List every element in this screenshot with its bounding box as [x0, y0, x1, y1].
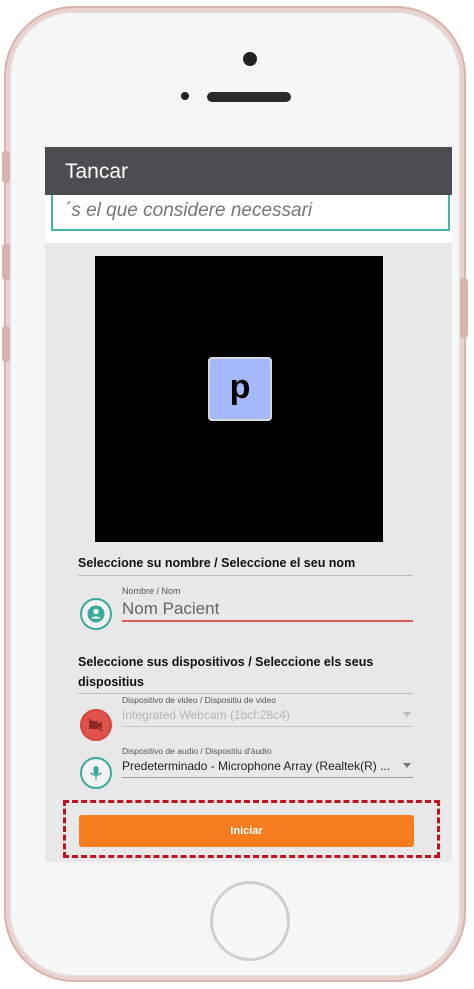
earpiece-speaker [207, 92, 291, 102]
microphone-icon[interactable] [80, 757, 112, 789]
home-button[interactable] [210, 881, 290, 961]
video-device-select[interactable]: Dispositivo de video / Dispositiu de vid… [122, 695, 413, 727]
chevron-down-icon [403, 763, 411, 768]
avatar-letter: p [229, 368, 251, 406]
audio-device-label: Dispositivo de audio / Dispositiu d'àudi… [122, 746, 272, 756]
chevron-down-icon [403, 712, 411, 717]
video-device-value-text: Integrated Webcam (1bcf:28c4) [122, 708, 290, 722]
divider [78, 575, 413, 576]
join-panel: p Seleccione su nombre / Seleccione el s… [45, 243, 452, 862]
audio-device-value[interactable]: Predeterminado - Microphone Array (Realt… [122, 759, 413, 773]
close-link[interactable]: Tancar [65, 160, 128, 184]
proximity-sensor [181, 92, 189, 100]
phone-screen: Tancar ´s el que considere necessari p S… [45, 147, 452, 862]
power-button [460, 278, 468, 338]
mute-switch [2, 151, 10, 183]
name-field-value[interactable]: Nom Pacient [122, 599, 413, 619]
name-section-title: Seleccione su nombre / Seleccione el seu… [78, 556, 356, 570]
front-camera [243, 52, 257, 66]
top-bar: Tancar [45, 147, 452, 195]
divider [78, 693, 413, 694]
audio-device-value-text: Predeterminado - Microphone Array (Realt… [122, 759, 391, 773]
video-preview: p [95, 256, 383, 542]
video-device-value[interactable]: Integrated Webcam (1bcf:28c4) [122, 708, 413, 722]
name-field-underline [122, 620, 413, 622]
video-off-icon[interactable] [80, 709, 112, 741]
audio-device-select[interactable]: Dispositivo de audio / Dispositiu d'àudi… [122, 746, 413, 778]
avatar: p [208, 357, 272, 421]
comment-field-text: ´s el que considere necessari [65, 200, 313, 221]
volume-up-button [2, 244, 10, 280]
video-device-label: Dispositivo de video / Dispositiu de vid… [122, 695, 277, 705]
audio-device-underline [122, 777, 413, 778]
name-field[interactable]: Nombre / Nom Nom Pacient [122, 586, 413, 622]
video-device-underline [122, 726, 413, 727]
comment-field[interactable]: ´s el que considere necessari [51, 195, 450, 231]
volume-down-button [2, 326, 10, 362]
devices-section-title: Seleccione sus dispositivos / Seleccione… [78, 655, 374, 689]
person-icon [80, 598, 112, 630]
highlight-annotation [63, 800, 440, 858]
name-field-label: Nombre / Nom [122, 586, 181, 596]
